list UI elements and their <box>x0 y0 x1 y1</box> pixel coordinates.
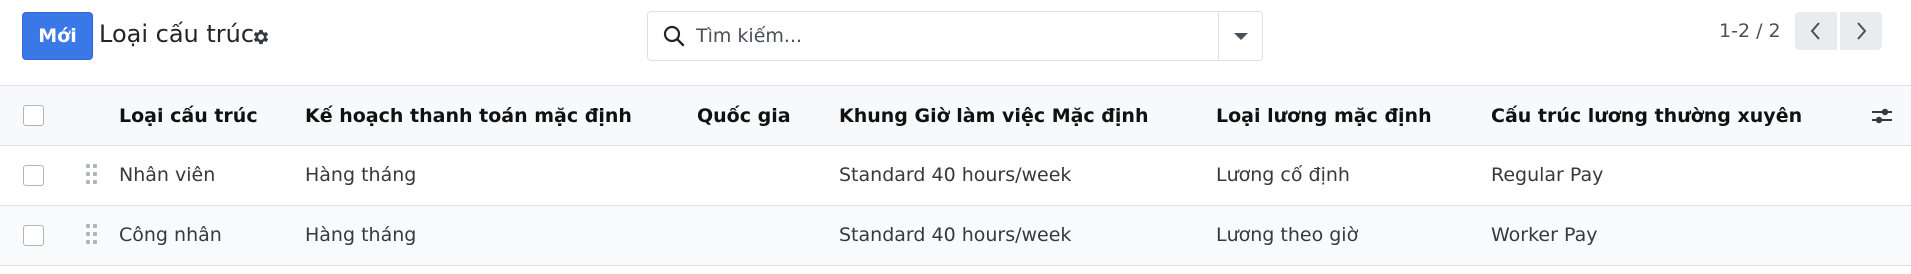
chevron-right-icon <box>1857 22 1867 40</box>
select-all-checkbox[interactable] <box>23 105 44 126</box>
search-box <box>647 11 1263 61</box>
table-row[interactable]: Công nhân Hàng tháng Standard 40 hours/w… <box>0 206 1911 266</box>
pager-next-button[interactable] <box>1840 12 1882 50</box>
cell-structure-type: Công nhân <box>119 224 222 246</box>
drag-handle-icon[interactable] <box>86 164 98 186</box>
cell-default-pay-schedule: Hàng tháng <box>305 164 417 186</box>
column-header-default-working-hours[interactable]: Khung Giờ làm việc Mặc định <box>839 105 1148 127</box>
gear-icon-glyph <box>253 29 269 45</box>
cell-default-pay-schedule: Hàng tháng <box>305 224 417 246</box>
column-header-regular-pay-structure[interactable]: Cấu trúc lương thường xuyên <box>1491 105 1802 127</box>
cell-default-wage-type: Lương theo giờ <box>1216 224 1359 246</box>
search-input[interactable] <box>696 12 1196 60</box>
column-header-country[interactable]: Quốc gia <box>697 105 791 127</box>
control-panel: Mới Loại cấu trúc 1-2 / 2 <box>0 0 1911 85</box>
cell-structure-type: Nhân viên <box>119 164 216 186</box>
row-checkbox[interactable] <box>23 225 44 246</box>
search-icon <box>663 25 685 47</box>
column-header-default-wage-type[interactable]: Loại lương mặc định <box>1216 105 1432 127</box>
cell-default-wage-type: Lương cố định <box>1216 164 1350 186</box>
table-row[interactable]: Nhân viên Hàng tháng Standard 40 hours/w… <box>0 146 1911 206</box>
column-header-default-pay-schedule[interactable]: Kế hoạch thanh toán mặc định <box>305 105 632 127</box>
column-header-structure-type[interactable]: Loại cấu trúc <box>119 105 258 127</box>
page-title: Loại cấu trúc <box>99 20 255 48</box>
cell-default-working-hours: Standard 40 hours/week <box>839 164 1072 186</box>
chevron-left-icon <box>1810 22 1820 40</box>
cell-regular-pay-structure: Worker Pay <box>1491 224 1598 246</box>
pager-value[interactable]: 1-2 / 2 <box>1719 20 1781 42</box>
caret-down-icon <box>1233 32 1248 40</box>
cell-default-working-hours: Standard 40 hours/week <box>839 224 1072 246</box>
gear-icon[interactable] <box>250 26 272 48</box>
row-checkbox[interactable] <box>23 165 44 186</box>
sliders-icon[interactable] <box>1870 104 1894 128</box>
drag-handle-icon[interactable] <box>86 224 98 246</box>
search-options-toggle[interactable] <box>1218 12 1262 60</box>
cell-regular-pay-structure: Regular Pay <box>1491 164 1604 186</box>
pager-previous-button[interactable] <box>1795 12 1837 50</box>
table-header: Loại cấu trúc Kế hoạch thanh toán mặc đị… <box>0 85 1911 146</box>
new-button[interactable]: Mới <box>22 12 93 60</box>
